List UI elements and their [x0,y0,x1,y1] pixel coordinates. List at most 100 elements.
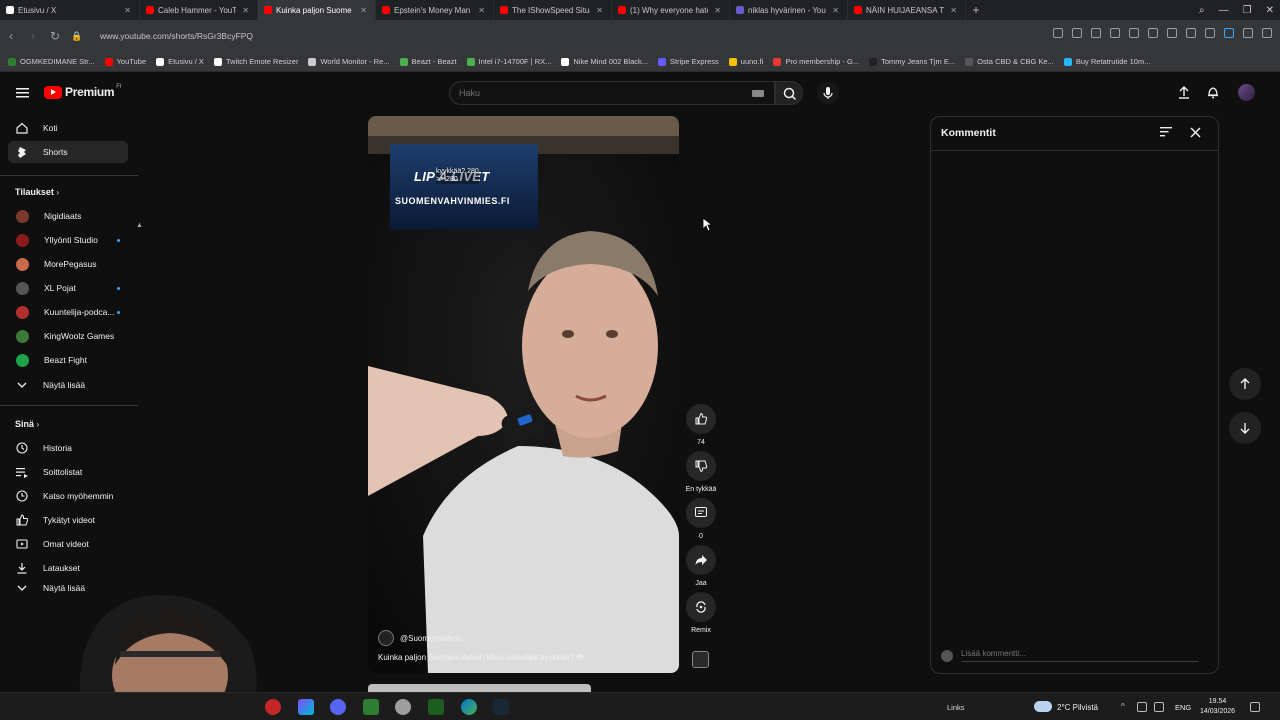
sidebar-item-show-more[interactable]: Näytä lisää [8,374,128,396]
sidebar-subscription-item[interactable]: Yllyönti Studio [8,229,128,251]
back-button[interactable]: ‹ [0,29,22,43]
bookmark-item[interactable]: OGMKEDIMANE Str... [8,57,95,66]
sound-source-avatar[interactable] [692,651,709,668]
sidebar-item-home[interactable]: Koti [8,117,128,139]
edit-icon[interactable] [1072,28,1082,38]
play-icon[interactable] [1129,28,1139,38]
close-tab-icon[interactable]: ✕ [832,6,839,15]
site-info-icon[interactable]: 🔒 [66,31,88,42]
comments-button[interactable] [686,498,716,528]
screenshot-icon[interactable] [1091,28,1101,38]
close-tab-icon[interactable]: ✕ [478,6,485,15]
browser-tab[interactable]: Epstein's Money Man Spill ✕ [376,0,494,20]
network-icon[interactable] [1137,702,1147,712]
browser-tab[interactable]: NÄIN HUIJAEANSA TOIM ✕ [848,0,966,20]
browser-tab[interactable]: Kuinka paljon Suome ✕ [258,0,376,20]
bookmark-item[interactable]: Osta CBD & CBG Ke... [965,57,1054,66]
puzzle-icon[interactable] [1243,28,1253,38]
links-toolbar[interactable]: Links [947,703,965,712]
sidebar-item-playlists[interactable]: Soittolistat [8,461,128,483]
sidebar-item-watch-later[interactable]: Katso myöhemmin [8,485,128,507]
sidebar-subscription-item[interactable]: KingWoolz Games [8,325,128,347]
sidebar-subscription-item[interactable]: Beazt Fight [8,349,128,371]
extension-icon[interactable] [1224,28,1234,38]
channel-avatar[interactable] [378,630,394,646]
bookmark-item[interactable]: Beazt - Beazt [399,57,457,66]
browser-tab[interactable]: (1) Why everyone hates Le ✕ [612,0,730,20]
bookmark-item[interactable]: YouTube [104,57,146,66]
browser-tab[interactable]: The IShowSpeed Situation ✕ [494,0,612,20]
sidebar-subscription-item[interactable]: Nigidiaats [8,205,128,227]
forward-button[interactable]: › [22,29,44,43]
shorts-video-player[interactable]: LIP A LIVET kyykkää? 280 >> 280 SUOMENVA… [368,116,679,673]
sidebar-item-shorts[interactable]: Shorts [8,141,128,163]
download-icon[interactable] [1167,28,1177,38]
minimize-button[interactable]: — [1219,5,1229,16]
bookmark-item[interactable]: Buy Retatrutide 10m... [1063,57,1150,66]
previous-short-button[interactable] [1229,368,1261,400]
channel-handle[interactable]: @SuomenVahvin [400,634,462,643]
close-tab-icon[interactable]: ✕ [714,6,721,15]
game-app-icon[interactable] [363,699,379,715]
sidebar-item-your-videos[interactable]: Omat videot [8,533,128,555]
account-avatar[interactable] [1238,84,1255,101]
search-button[interactable] [775,81,803,105]
tray-expand-icon[interactable]: ^ [1121,702,1131,712]
heart-icon[interactable] [1148,28,1158,38]
clock[interactable]: 19.54 14/03/2026 [1200,697,1235,717]
media-app-icon[interactable] [428,699,444,715]
add-comment-input[interactable] [961,649,1199,662]
close-tab-icon[interactable]: ✕ [124,6,131,15]
you-header[interactable]: Sinä › [15,419,39,429]
bookmark-item[interactable]: Nike Mind 002 Black... [561,57,648,66]
ai-icon[interactable] [1262,28,1272,38]
sort-comments-icon[interactable] [1160,127,1172,137]
bookmark-item[interactable]: Stripe Express [658,57,719,66]
sidebar-subscription-item[interactable]: MorePegasus [8,253,128,275]
url-field[interactable]: www.youtube.com/shorts/RsGr3BcyFPQ [100,31,253,41]
app-icon[interactable] [298,699,314,715]
search-input[interactable] [459,88,729,98]
settings-app-icon[interactable] [395,699,411,715]
next-short-preview[interactable] [368,684,591,692]
close-window-button[interactable]: ✕ [1266,5,1274,16]
dislike-button[interactable] [686,451,716,481]
remix-button[interactable] [686,592,716,622]
volume-icon[interactable] [1154,702,1164,712]
close-tab-icon[interactable]: ✕ [950,6,957,15]
language-indicator[interactable]: ENG [1175,703,1191,712]
maximize-button[interactable]: ❐ [1243,5,1252,16]
bookmark-item[interactable]: Etusivu / X [156,57,204,66]
browser-tab[interactable]: Etusivu / X ✕ [0,0,140,20]
sidebar-subscription-item[interactable]: Kuuntelija-podca... [8,301,128,323]
new-tab-button[interactable]: + [966,3,986,17]
hamburger-menu-icon[interactable] [16,88,29,98]
discord-icon[interactable] [330,699,346,715]
bookmark-item[interactable]: Intel i7-14700F | RX... [466,57,551,66]
create-upload-icon[interactable] [1177,85,1191,99]
steam-icon[interactable] [493,699,509,715]
close-tab-icon[interactable]: ✕ [242,6,249,15]
menu-icon[interactable] [1186,28,1196,38]
bookmark-item[interactable]: Pro membership - G... [773,57,859,66]
scroll-up-arrow-icon[interactable]: ▲ [136,222,143,229]
search-tabs-icon[interactable]: ⌕ [1199,5,1205,16]
browser-tab[interactable]: Caleb Hammer - YouTube ✕ [140,0,258,20]
shield-icon[interactable] [1110,28,1120,38]
keyboard-icon[interactable] [752,90,764,97]
bookmark-item[interactable]: World Monitor - Re... [308,57,390,66]
reload-button[interactable]: ↻ [44,29,66,43]
zoom-icon[interactable] [1053,28,1063,38]
close-tab-icon[interactable]: ✕ [596,6,603,15]
sidebar-item-history[interactable]: Historia [8,437,128,459]
voice-search-button[interactable] [817,82,839,104]
share-button[interactable] [686,545,716,575]
bookmark-item[interactable]: Tommy Jeans Tjm E... [869,57,955,66]
bookmark-item[interactable]: uuno.fi [728,57,763,66]
sidebar-subscription-item[interactable]: XL Pojat [8,277,128,299]
bookmark-item[interactable]: Twitch Emote Resizer [213,57,298,66]
close-tab-icon[interactable]: ✕ [360,6,367,15]
sidebar-item-liked[interactable]: Tykätyt videot [8,509,128,531]
browser-tab[interactable]: niklas hyvärinen - YouTub ✕ [730,0,848,20]
like-button[interactable] [686,404,716,434]
